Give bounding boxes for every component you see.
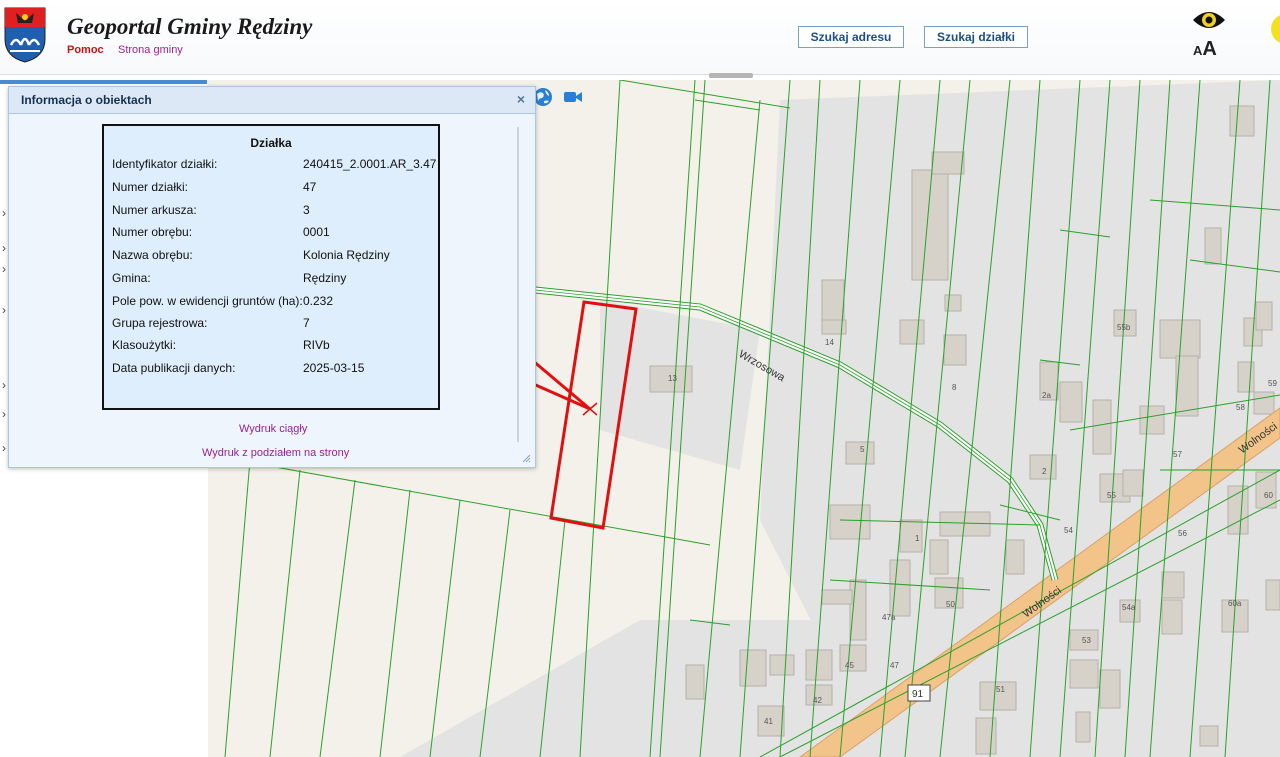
record-label: Klasoużytki:	[112, 338, 177, 352]
record-label: Numer działki:	[112, 180, 189, 194]
record-value: RIVb	[303, 338, 330, 352]
building-number: 56	[1178, 529, 1187, 538]
chevron-right-icon[interactable]: ›	[2, 206, 6, 220]
info-panel-header[interactable]: Informacja o obiektach ×	[9, 87, 535, 114]
search-plot-button[interactable]: Szukaj działki	[924, 26, 1028, 48]
building-number: 53	[1082, 636, 1091, 645]
record-value: 240415_2.0001.AR_3.47	[303, 157, 437, 171]
municipality-page-link[interactable]: Strona gminy	[118, 44, 183, 56]
building-number: 51	[996, 685, 1005, 694]
record-label: Nazwa obrębu:	[112, 248, 193, 262]
building-number: 58	[1236, 403, 1245, 412]
font-size-icon[interactable]: AA	[1193, 38, 1217, 61]
record-row: Klasoużytki: RIVb	[112, 338, 432, 354]
info-panel-scrollbar[interactable]	[517, 127, 519, 442]
record-row: Identyfikator działki: 240415_2.0001.AR_3…	[112, 157, 436, 173]
building-number: 8	[952, 383, 957, 392]
record-value: Rędziny	[303, 271, 347, 285]
record-value: 47	[303, 180, 317, 194]
record-row: Pole pow. w ewidencji gruntów (ha): 0.232	[112, 294, 432, 310]
building-number: 55	[1107, 491, 1116, 500]
record-value: 3	[303, 203, 310, 217]
record-value: 0001	[303, 225, 330, 239]
building-number: 42	[813, 696, 822, 705]
help-link[interactable]: Pomoc	[67, 44, 104, 56]
record-value: 7	[303, 316, 310, 330]
video-camera-icon[interactable]	[562, 86, 584, 108]
chevron-right-icon[interactable]: ›	[2, 407, 6, 421]
record-label: Numer obrębu:	[112, 225, 193, 239]
record-row: Grupa rejestrowa: 7	[112, 316, 432, 332]
record-value: 0.232	[303, 294, 334, 308]
plot-record-card: Działka Identyfikator działki: 240415_2.0…	[102, 124, 440, 410]
record-label: Numer arkusza:	[112, 203, 197, 217]
page-title: Geoportal Gminy Rędziny	[67, 14, 313, 39]
record-row: Nazwa obrębu: Kolonia Rędziny	[112, 248, 432, 264]
chevron-right-icon[interactable]: ›	[2, 303, 6, 317]
building-number: 60a	[1228, 599, 1242, 608]
building-number: 2a	[1042, 391, 1051, 400]
building-number: 54	[1064, 526, 1073, 535]
plot-record-heading: Działka	[250, 136, 292, 150]
chevron-right-icon[interactable]: ›	[2, 241, 6, 255]
record-row: Numer obrębu: 0001	[112, 225, 432, 241]
building-number: 41	[764, 717, 773, 726]
info-panel-title: Informacja o obiektach	[21, 93, 152, 107]
road-number-label: 91	[912, 689, 924, 700]
chevron-right-icon[interactable]: ›	[2, 262, 6, 276]
header-collapse-handle[interactable]	[709, 73, 753, 78]
record-label: Gmina:	[112, 271, 151, 285]
record-value: 2025-03-15	[303, 361, 365, 375]
building-number: 54a	[1122, 603, 1136, 612]
building-number: 57	[1173, 450, 1182, 459]
building-number: 14	[825, 338, 834, 347]
record-row: Numer działki: 47	[112, 180, 432, 196]
building-number: 45	[845, 661, 854, 670]
contrast-toggle[interactable]	[1271, 14, 1280, 44]
chevron-right-icon[interactable]: ›	[2, 378, 6, 392]
building-number: 50	[946, 600, 955, 609]
building-number: 13	[668, 374, 677, 383]
building-number: 55b	[1117, 323, 1131, 332]
building-number: 47	[890, 661, 899, 670]
record-row: Gmina: Rędziny	[112, 271, 432, 287]
record-row: Numer arkusza: 3	[112, 203, 432, 219]
close-icon[interactable]: ×	[517, 91, 525, 107]
record-label: Identyfikator działki:	[112, 157, 218, 171]
building-number: 47a	[882, 613, 896, 622]
building-number: 1	[915, 534, 920, 543]
building-number: 2	[1042, 467, 1047, 476]
sidebar-top-bar	[0, 80, 207, 84]
print-paged-link[interactable]: Wydruk z podziałem na strony	[202, 447, 349, 459]
record-label: Grupa rejestrowa:	[112, 316, 208, 330]
record-row: Data publikacji danych: 2025-03-15	[112, 361, 432, 377]
print-continuous-link[interactable]: Wydruk ciągły	[239, 423, 307, 435]
chevron-right-icon[interactable]: ›	[2, 441, 6, 455]
font-size-small-label: A	[1193, 43, 1203, 58]
search-address-button[interactable]: Szukaj adresu	[798, 26, 904, 48]
header: Geoportal Gminy Rędziny Pomoc Strona gmi…	[0, 0, 1280, 75]
coat-of-arms-logo[interactable]	[2, 5, 48, 63]
building-number: 60	[1264, 491, 1273, 500]
resize-handle-icon[interactable]	[522, 454, 531, 463]
building-number: 5	[860, 445, 865, 454]
record-value: Kolonia Rędziny	[303, 248, 390, 262]
building-number: 59	[1268, 379, 1277, 388]
font-size-large-label: A	[1202, 38, 1217, 60]
record-label: Pole pow. w ewidencji gruntów (ha):	[112, 294, 303, 308]
accessibility-eye-icon[interactable]	[1191, 8, 1227, 32]
record-label: Data publikacji danych:	[112, 361, 236, 375]
object-info-panel[interactable]: Informacja o obiektach × Działka Identyf…	[8, 86, 536, 468]
